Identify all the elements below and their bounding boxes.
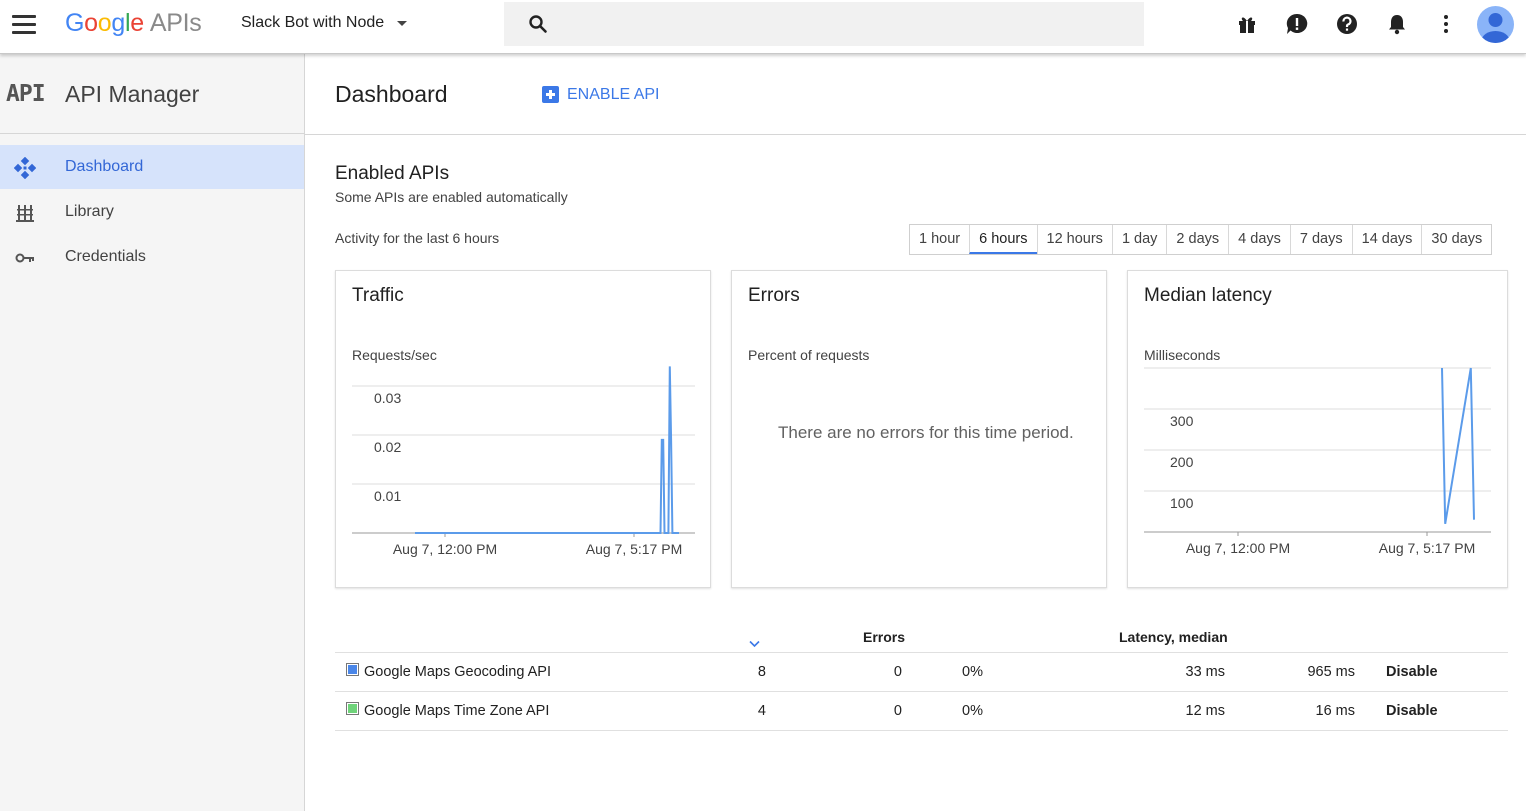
range-6-hours[interactable]: 6 hours bbox=[969, 225, 1037, 254]
feedback-icon[interactable] bbox=[1286, 13, 1308, 35]
section-title: Enabled APIs bbox=[335, 163, 450, 184]
sidebar-title: API Manager bbox=[65, 81, 200, 107]
project-name: Slack Bot with Node bbox=[241, 14, 385, 31]
time-range-selector: 1 hour 6 hours 12 hours 1 day 2 days 4 d… bbox=[909, 224, 1493, 255]
menu-icon[interactable] bbox=[12, 15, 38, 35]
y-tick-label: 0.02 bbox=[374, 439, 401, 455]
divider bbox=[335, 730, 1508, 731]
top-app-bar: Google APIs Slack Bot with Node bbox=[0, 0, 1526, 54]
sort-down-icon[interactable] bbox=[749, 640, 760, 648]
api-manager-icon: API bbox=[6, 81, 46, 107]
help-icon[interactable] bbox=[1336, 13, 1358, 35]
requests-value: 4 bbox=[757, 703, 766, 719]
latency-series-line bbox=[1441, 367, 1475, 524]
series-swatch bbox=[346, 663, 359, 676]
page-header: Dashboard ENABLE API bbox=[305, 54, 1526, 135]
y-tick-label: 0.01 bbox=[374, 488, 401, 504]
column-header-latency[interactable]: Latency, median bbox=[1119, 629, 1228, 645]
y-tick-label: 0.03 bbox=[374, 390, 401, 406]
latency-card: Median latency Milliseconds 300 200 100 Aug… bbox=[1127, 270, 1508, 588]
no-errors-message: There are no errors for this time period… bbox=[778, 423, 1074, 442]
notifications-icon[interactable] bbox=[1386, 13, 1408, 35]
range-4-days[interactable]: 4 days bbox=[1228, 225, 1290, 254]
caret-down-icon bbox=[397, 21, 407, 26]
latency-median: 12 ms bbox=[1185, 703, 1226, 719]
section-subtitle: Some APIs are enabled automatically bbox=[335, 189, 568, 205]
sidebar-item-credentials[interactable]: Credentials bbox=[0, 235, 304, 279]
x-tick-label: Aug 7, 5:17 PM bbox=[586, 541, 683, 557]
search-icon[interactable] bbox=[528, 14, 548, 34]
traffic-chart: 0.03 0.02 0.01 Aug 7, 12:00 PM Aug 7, 5:17 P… bbox=[352, 366, 695, 557]
search-bar[interactable] bbox=[504, 2, 1144, 46]
page-title: Dashboard bbox=[335, 81, 448, 107]
errors-value: 0 bbox=[893, 703, 902, 719]
y-tick-label: 300 bbox=[1170, 413, 1194, 429]
range-1-day[interactable]: 1 day bbox=[1111, 225, 1166, 254]
range-30-days[interactable]: 30 days bbox=[1421, 225, 1491, 254]
errors-card: Errors Percent of requests There are no … bbox=[731, 270, 1107, 588]
column-header-errors[interactable]: Errors bbox=[863, 629, 905, 645]
google-apis-logo[interactable]: Google APIs bbox=[65, 9, 202, 38]
range-2-days[interactable]: 2 days bbox=[1166, 225, 1228, 254]
disable-button[interactable]: Disable bbox=[1386, 664, 1438, 680]
api-name[interactable]: Google Maps Time Zone API bbox=[364, 703, 549, 719]
x-tick-label: Aug 7, 12:00 PM bbox=[393, 541, 497, 557]
range-12-hours[interactable]: 12 hours bbox=[1036, 225, 1112, 254]
more-vert-icon[interactable] bbox=[1435, 13, 1457, 35]
latency-median: 33 ms bbox=[1185, 664, 1226, 680]
sidebar: API API Manager Dashboard Library Creden… bbox=[0, 54, 305, 811]
y-tick-label: 200 bbox=[1170, 454, 1194, 470]
traffic-card: Traffic Requests/sec 0.03 0.02 0.01 Aug 7, … bbox=[335, 270, 711, 588]
library-icon bbox=[16, 205, 34, 222]
series-swatch bbox=[346, 702, 359, 715]
add-box-icon bbox=[542, 86, 559, 103]
activity-label: Activity for the last 6 hours bbox=[335, 230, 500, 246]
sidebar-header: API API Manager bbox=[0, 54, 304, 134]
table-row: Google Maps Geocoding API 8 0 0% 33 ms 9… bbox=[335, 652, 1508, 691]
x-tick-label: Aug 7, 12:00 PM bbox=[1186, 540, 1290, 556]
x-tick-label: Aug 7, 5:17 PM bbox=[1379, 540, 1476, 556]
search-input[interactable] bbox=[560, 12, 1120, 36]
table-row: Google Maps Time Zone API 4 0 0% 12 ms 1… bbox=[335, 691, 1508, 730]
api-name[interactable]: Google Maps Geocoding API bbox=[364, 664, 551, 680]
sidebar-item-library[interactable]: Library bbox=[0, 190, 304, 234]
card-title: Errors bbox=[748, 285, 800, 306]
dashboard-icon bbox=[14, 157, 36, 179]
error-percent: 0% bbox=[962, 703, 983, 719]
card-unit: Percent of requests bbox=[748, 347, 870, 363]
disable-button[interactable]: Disable bbox=[1386, 703, 1438, 719]
range-14-days[interactable]: 14 days bbox=[1351, 225, 1422, 254]
requests-value: 8 bbox=[757, 664, 766, 680]
errors-value: 0 bbox=[893, 664, 902, 680]
latency-98th: 965 ms bbox=[1307, 664, 1355, 680]
sidebar-item-dashboard[interactable]: Dashboard bbox=[0, 145, 304, 189]
traffic-series-line bbox=[415, 366, 679, 534]
account-icon bbox=[1481, 13, 1510, 43]
account-avatar[interactable] bbox=[1477, 6, 1514, 43]
latency-98th: 16 ms bbox=[1315, 703, 1356, 719]
error-percent: 0% bbox=[962, 664, 983, 680]
y-tick-label: 100 bbox=[1170, 495, 1194, 511]
range-1-hour[interactable]: 1 hour bbox=[910, 225, 969, 254]
key-icon bbox=[15, 253, 34, 263]
latency-chart: 300 200 100 Aug 7, 12:00 PM Aug 7, 5:17 PM bbox=[1144, 367, 1491, 556]
range-7-days[interactable]: 7 days bbox=[1289, 225, 1352, 254]
project-selector[interactable]: Slack Bot with Node bbox=[241, 14, 407, 32]
gift-icon[interactable] bbox=[1236, 13, 1258, 35]
